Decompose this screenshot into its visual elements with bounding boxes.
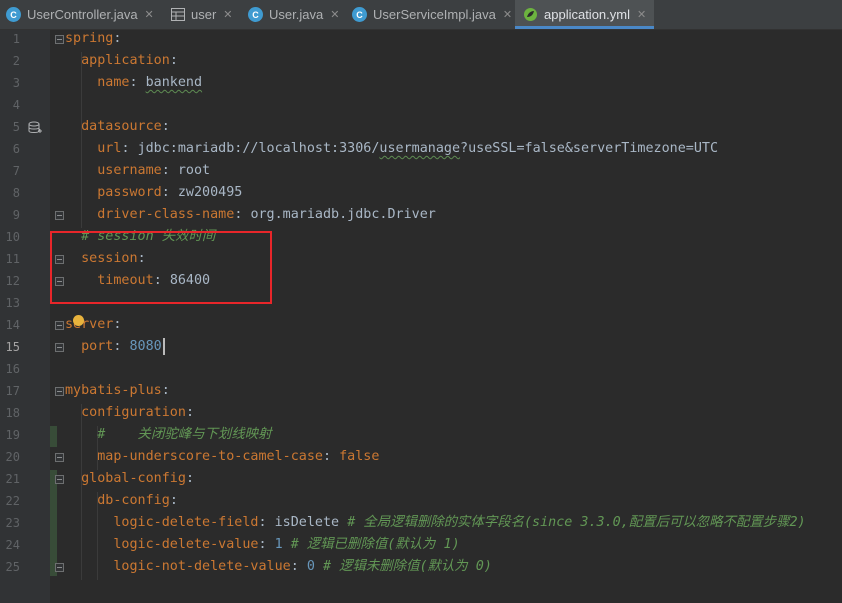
- tab-label: application.yml: [544, 7, 630, 22]
- text-cursor: [162, 337, 165, 355]
- code-line: logic-delete-field: isDelete # 全局逻辑删除的实体…: [113, 515, 806, 530]
- line-number: 18: [5, 406, 20, 420]
- line-number: 20: [5, 450, 20, 464]
- code-line: db-config:: [97, 493, 178, 508]
- line-number: 19: [5, 428, 20, 442]
- table-icon: [170, 7, 185, 22]
- code-line: mybatis-plus:: [65, 383, 170, 398]
- code-line: password: zw200495: [97, 185, 243, 200]
- intention-bulb-icon[interactable]: [73, 315, 84, 326]
- line-number: 24: [5, 538, 20, 552]
- code-line: global-config:: [81, 471, 194, 486]
- code-line: application:: [81, 53, 178, 68]
- tab-user-table[interactable]: user ✕: [170, 0, 240, 29]
- code-line: username: root: [97, 163, 211, 178]
- close-icon[interactable]: ✕: [503, 8, 512, 21]
- close-icon[interactable]: ✕: [145, 8, 154, 21]
- code-line: driver-class-name: org.mariadb.jdbc.Driv…: [97, 207, 436, 222]
- tab-user-controller[interactable]: C UserController.java ✕: [6, 0, 161, 29]
- line-number: 25: [5, 560, 20, 574]
- line-number: 21: [5, 472, 20, 486]
- tab-label: user: [191, 7, 217, 22]
- database-icon[interactable]: [28, 120, 42, 139]
- code-line: name: bankend: [97, 75, 203, 90]
- tab-application-yml[interactable]: application.yml ✕: [515, 0, 654, 29]
- code-line: logic-delete-value: 1 # 逻辑已删除值(默认为 1): [113, 537, 460, 552]
- line-number: 14: [5, 318, 20, 332]
- line-number: 7: [12, 164, 20, 178]
- line-number: 5: [12, 120, 20, 134]
- line-number: 8: [12, 186, 20, 200]
- tab-label: UserController.java: [27, 7, 138, 22]
- code-line: logic-not-delete-value: 0 # 逻辑未删除值(默认为 0…: [113, 559, 492, 574]
- code-line: configuration:: [81, 405, 194, 420]
- line-number: 4: [12, 98, 20, 112]
- line-number: 17: [5, 384, 20, 398]
- java-class-icon: C: [248, 7, 263, 22]
- code-line: map-underscore-to-camel-case: false: [97, 449, 380, 464]
- line-number: 6: [12, 142, 20, 156]
- line-number: 11: [5, 252, 20, 266]
- line-number-current: 15: [5, 340, 20, 354]
- code-line: # 关闭驼峰与下划线映射: [97, 427, 272, 442]
- code-line: url: jdbc:mariadb://localhost:3306/userm…: [97, 141, 719, 156]
- line-number: 3: [12, 76, 20, 90]
- java-class-icon: C: [352, 7, 367, 22]
- tab-label: UserServiceImpl.java: [373, 7, 496, 22]
- tab-user-service-impl[interactable]: C UserServiceImpl.java ✕: [352, 0, 512, 29]
- line-number: 10: [5, 230, 20, 244]
- code-editor[interactable]: spring: application: name: bankend datas…: [50, 30, 842, 603]
- tab-user-java[interactable]: C User.java ✕: [248, 0, 345, 29]
- line-number: 2: [12, 54, 20, 68]
- code-line-current: port: 8080: [65, 336, 165, 358]
- line-number-gutter: 1 2 3 4 5 6 7 8 9 10 11 12 13 14 15 16 1…: [0, 30, 50, 603]
- line-number: 22: [5, 494, 20, 508]
- close-icon[interactable]: ✕: [223, 8, 232, 21]
- spring-yaml-icon: [523, 7, 538, 22]
- code-line: datasource:: [81, 119, 170, 134]
- highlight-annotation-box: [50, 231, 272, 304]
- line-number: 13: [5, 296, 20, 310]
- line-number: 9: [12, 208, 20, 222]
- close-icon[interactable]: ✕: [637, 8, 646, 21]
- tab-label: User.java: [269, 7, 324, 22]
- line-number: 16: [5, 362, 20, 376]
- java-class-icon: C: [6, 7, 21, 22]
- code-line: spring:: [65, 31, 122, 46]
- editor-tab-bar: C UserController.java ✕ user ✕ C User.ja…: [0, 0, 842, 30]
- line-number: 1: [12, 32, 20, 46]
- close-icon[interactable]: ✕: [330, 8, 339, 21]
- line-number: 12: [5, 274, 20, 288]
- line-number: 23: [5, 516, 20, 530]
